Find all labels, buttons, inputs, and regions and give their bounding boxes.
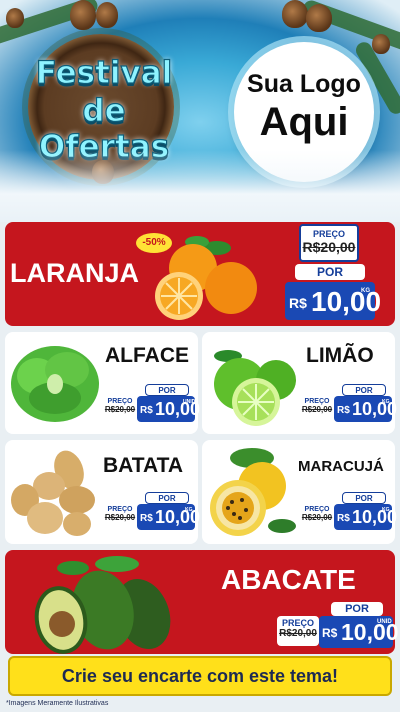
product-card-maracuja[interactable]: MARACUJÁ POR PREÇO R$20,00 R$ 10,00 KG — [202, 440, 397, 544]
product-card-batata[interactable]: BATATA POR PREÇO R$20,00 R$ 10,00 KG — [5, 440, 200, 544]
preco-label: PREÇO — [107, 506, 133, 513]
old-price-box: PREÇO R$20,00 — [299, 224, 359, 262]
por-label: POR — [145, 384, 189, 396]
price-box: R$ 10,00 KG — [137, 504, 200, 530]
product-name: BATATA — [103, 454, 184, 477]
footnote: *Imagens Meramente Ilustrativas — [6, 700, 109, 707]
pinecone-icon — [70, 0, 96, 30]
por-label: POR — [295, 264, 365, 280]
festival-title-line1: Festival — [35, 55, 173, 91]
potato-image — [11, 450, 95, 536]
pinecone-icon — [306, 4, 332, 32]
logo-text-line1: Sua Logo — [247, 70, 361, 98]
logo-text-line2: Aqui — [259, 100, 349, 144]
old-price: R$20,00 — [279, 628, 317, 639]
currency-label: R$ — [337, 405, 350, 416]
cta-banner[interactable]: Crie seu encarte com este tema! — [8, 656, 392, 696]
preco-label: PREÇO — [304, 398, 330, 405]
preco-label: PREÇO — [312, 229, 345, 239]
price-unit: KG — [382, 399, 390, 405]
por-label: POR — [342, 384, 386, 396]
pinecone-icon — [6, 8, 24, 28]
currency-label: R$ — [322, 626, 338, 640]
old-price: R$20,00 — [301, 405, 333, 414]
product-card-limao[interactable]: LIMÃO POR PREÇO R$20,00 R$ 10,00 KG — [202, 332, 397, 434]
currency-label: R$ — [140, 513, 153, 524]
header-background: Festival de Ofertas Sua Logo Aqui — [0, 0, 400, 222]
preco-label: PREÇO — [107, 398, 133, 405]
por-label: POR — [331, 602, 383, 616]
old-price: R$20,00 — [104, 405, 136, 414]
discount-badge: -50% — [136, 233, 172, 253]
old-price: R$20,00 — [301, 513, 333, 522]
pinecone-icon — [96, 2, 118, 28]
product-card-abacate[interactable]: ABACATE POR PREÇO R$20,00 R$ 10,00 UNID — [5, 550, 399, 654]
old-price-box: PREÇO R$20,00 — [277, 616, 319, 646]
product-name: LARANJA — [10, 258, 140, 288]
price-value: 10,00 — [352, 399, 398, 419]
old-price-box: PREÇO R$20,00 — [300, 504, 334, 528]
por-label: POR — [342, 492, 386, 504]
price-unit: UNID — [377, 619, 392, 625]
price-box: R$ 10,00 KG — [285, 282, 381, 320]
price-unit: KG — [185, 507, 193, 513]
price-box: R$ 10,00 KG — [334, 504, 397, 530]
price-value: 10,00 — [352, 507, 398, 527]
old-price-box: PREÇO R$20,00 — [103, 504, 137, 528]
price-box: R$ 10,00 UNID — [137, 396, 200, 422]
currency-label: R$ — [337, 513, 350, 524]
snow-ice-edge — [0, 150, 400, 222]
old-price-box: PREÇO R$20,00 — [300, 396, 334, 420]
lime-image — [214, 350, 296, 426]
passion-fruit-image — [210, 448, 296, 536]
lettuce-image — [11, 346, 99, 422]
price-box: R$ 10,00 KG — [334, 396, 397, 422]
product-name: LIMÃO — [306, 344, 374, 367]
pinecone-icon — [372, 34, 390, 54]
por-label: POR — [145, 492, 189, 504]
price-box: R$ 10,00 UNID — [319, 616, 399, 648]
price-value: 10,00 — [311, 286, 382, 317]
old-price: R$20,00 — [302, 239, 356, 255]
price-unit: UNID — [183, 399, 196, 405]
price-unit: KG — [361, 288, 370, 294]
product-name: ABACATE — [221, 564, 356, 595]
product-card-alface[interactable]: ALFACE POR PREÇO R$20,00 R$ 10,00 UNID — [5, 332, 200, 434]
product-name: MARACUJÁ — [298, 458, 384, 475]
festival-title-line2: de — [82, 93, 126, 129]
currency-label: R$ — [289, 295, 307, 311]
currency-label: R$ — [140, 405, 153, 416]
old-price: R$20,00 — [104, 513, 136, 522]
avocado-image — [34, 556, 171, 654]
product-card-laranja[interactable]: LARANJA PREÇO R$20,00 POR R$ 10,00 KG — [5, 222, 395, 326]
product-name: ALFACE — [105, 344, 189, 367]
preco-label: PREÇO — [304, 506, 330, 513]
price-value: 10,00 — [155, 507, 201, 527]
price-unit: KG — [382, 507, 390, 513]
old-price-box: PREÇO R$20,00 — [103, 396, 137, 420]
pinecone-icon — [282, 0, 308, 28]
preco-label: PREÇO — [281, 618, 314, 628]
